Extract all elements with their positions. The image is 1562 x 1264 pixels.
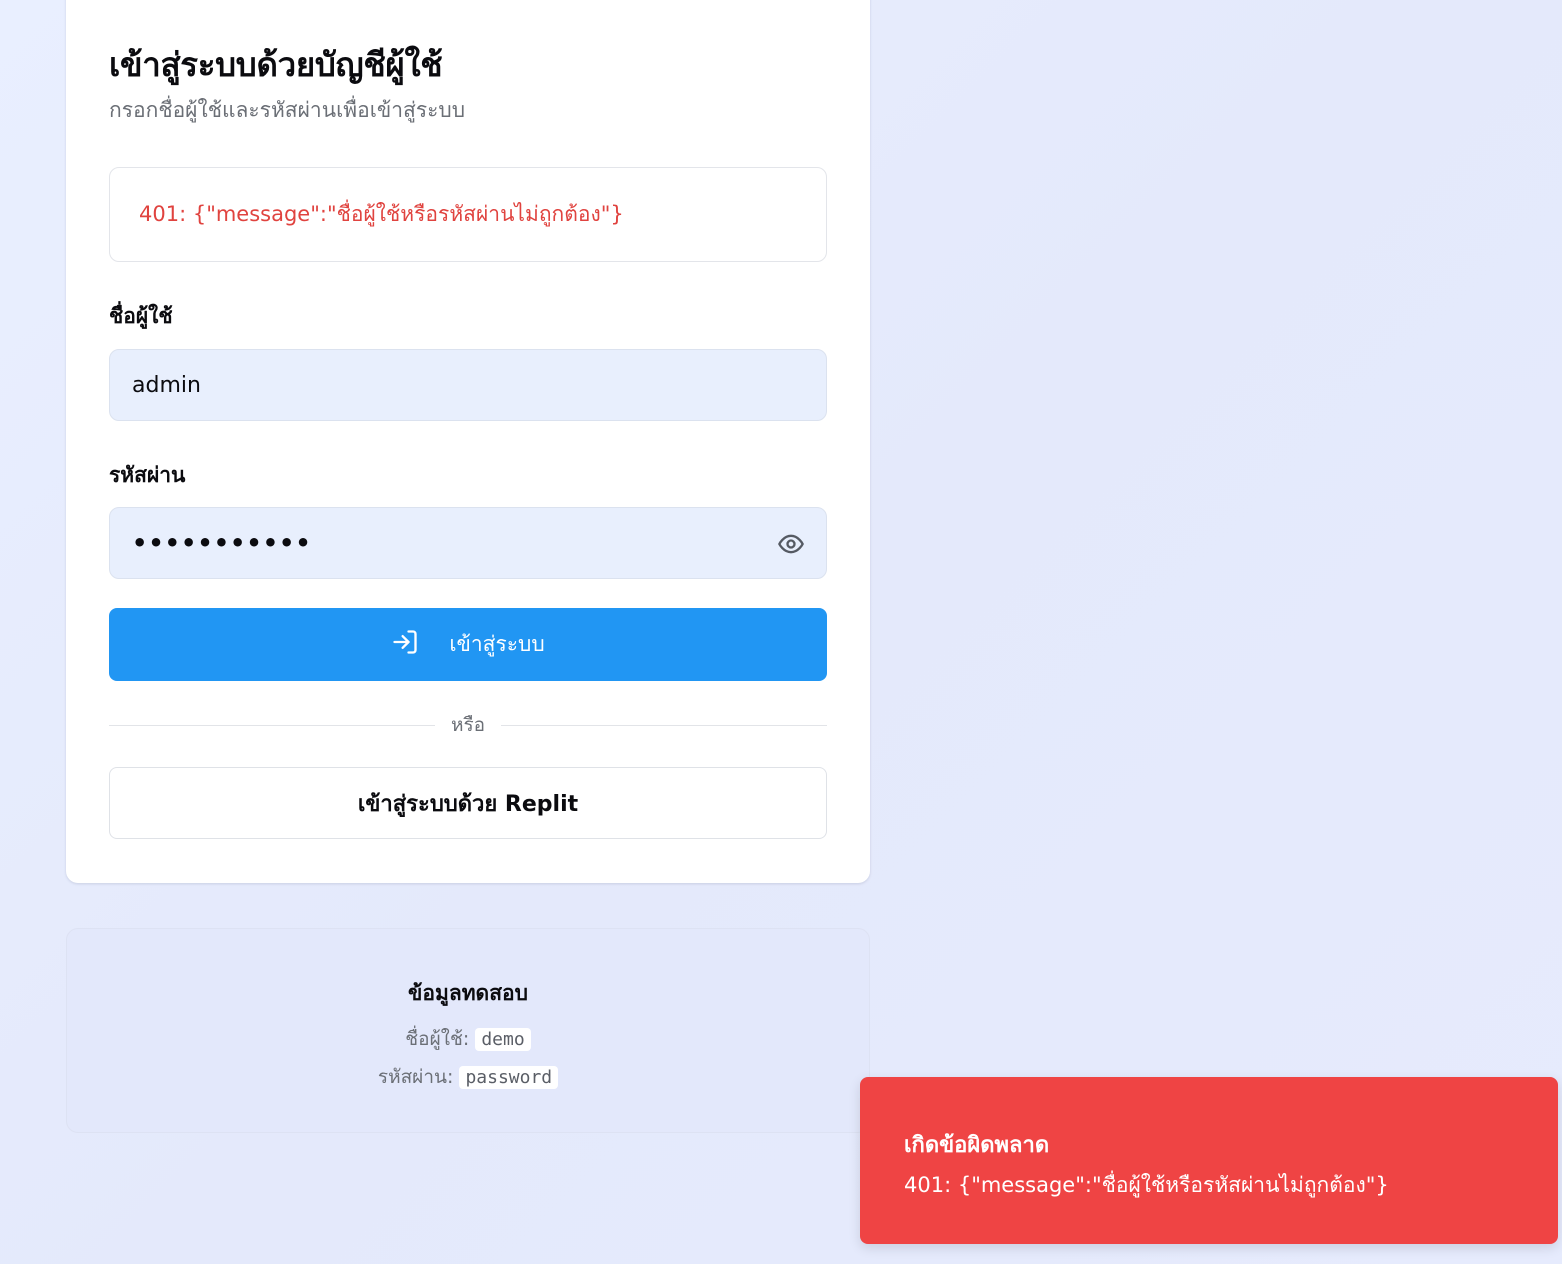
toast-message: 401: {"message":"ชื่อผู้ใช้หรือรหัสผ่านไ…	[904, 1173, 1389, 1197]
test-password-row: รหัสผ่าน: password	[67, 1062, 869, 1092]
error-alert-text: 401: {"message":"ชื่อผู้ใช้หรือรหัสผ่านไ…	[139, 202, 624, 226]
error-toast[interactable]: เกิดข้อผิดพลาด 401: {"message":"ชื่อผู้ใ…	[860, 1077, 1558, 1244]
password-input[interactable]: •••••••••••	[109, 507, 827, 579]
error-alert: 401: {"message":"ชื่อผู้ใช้หรือรหัสผ่านไ…	[109, 167, 827, 262]
password-value: •••••••••••	[132, 529, 312, 557]
username-value: admin	[132, 372, 201, 398]
login-icon	[391, 628, 419, 661]
replit-login-label: เข้าสู่ระบบด้วย Replit	[357, 791, 579, 817]
username-input[interactable]: admin	[109, 349, 827, 421]
login-card: เข้าสู่ระบบด้วยบัญชีผู้ใช้ กรอกชื่อผู้ใช…	[66, 0, 870, 883]
divider-line-right	[501, 724, 828, 726]
page-title: เข้าสู่ระบบด้วยบัญชีผู้ใช้	[109, 45, 443, 84]
divider-line-left	[109, 724, 435, 726]
toast-title: เกิดข้อผิดพลาด	[904, 1133, 1050, 1158]
test-password-value: password	[459, 1066, 559, 1089]
replit-login-button[interactable]: เข้าสู่ระบบด้วย Replit	[109, 767, 827, 839]
test-password-label: รหัสผ่าน:	[377, 1066, 454, 1088]
test-credentials-card: ข้อมูลทดสอบ ชื่อผู้ใช้: demo รหัสผ่าน: p…	[66, 928, 870, 1133]
or-divider: หรือ	[109, 713, 828, 737]
test-credentials-title: ข้อมูลทดสอบ	[408, 981, 528, 1005]
login-button-label: เข้าสู่ระบบ	[449, 632, 545, 656]
test-username-row: ชื่อผู้ใช้: demo	[67, 1024, 869, 1054]
test-username-value: demo	[475, 1028, 531, 1051]
login-button[interactable]: เข้าสู่ระบบ	[109, 608, 827, 681]
test-username-label: ชื่อผู้ใช้:	[405, 1028, 470, 1050]
eye-icon[interactable]	[776, 529, 806, 559]
page-subtitle: กรอกชื่อผู้ใช้และรหัสผ่านเพื่อเข้าสู่ระบ…	[109, 98, 466, 122]
username-label: ชื่อผู้ใช้	[109, 304, 173, 328]
divider-text: หรือ	[450, 714, 486, 736]
password-label: รหัสผ่าน	[109, 463, 186, 487]
